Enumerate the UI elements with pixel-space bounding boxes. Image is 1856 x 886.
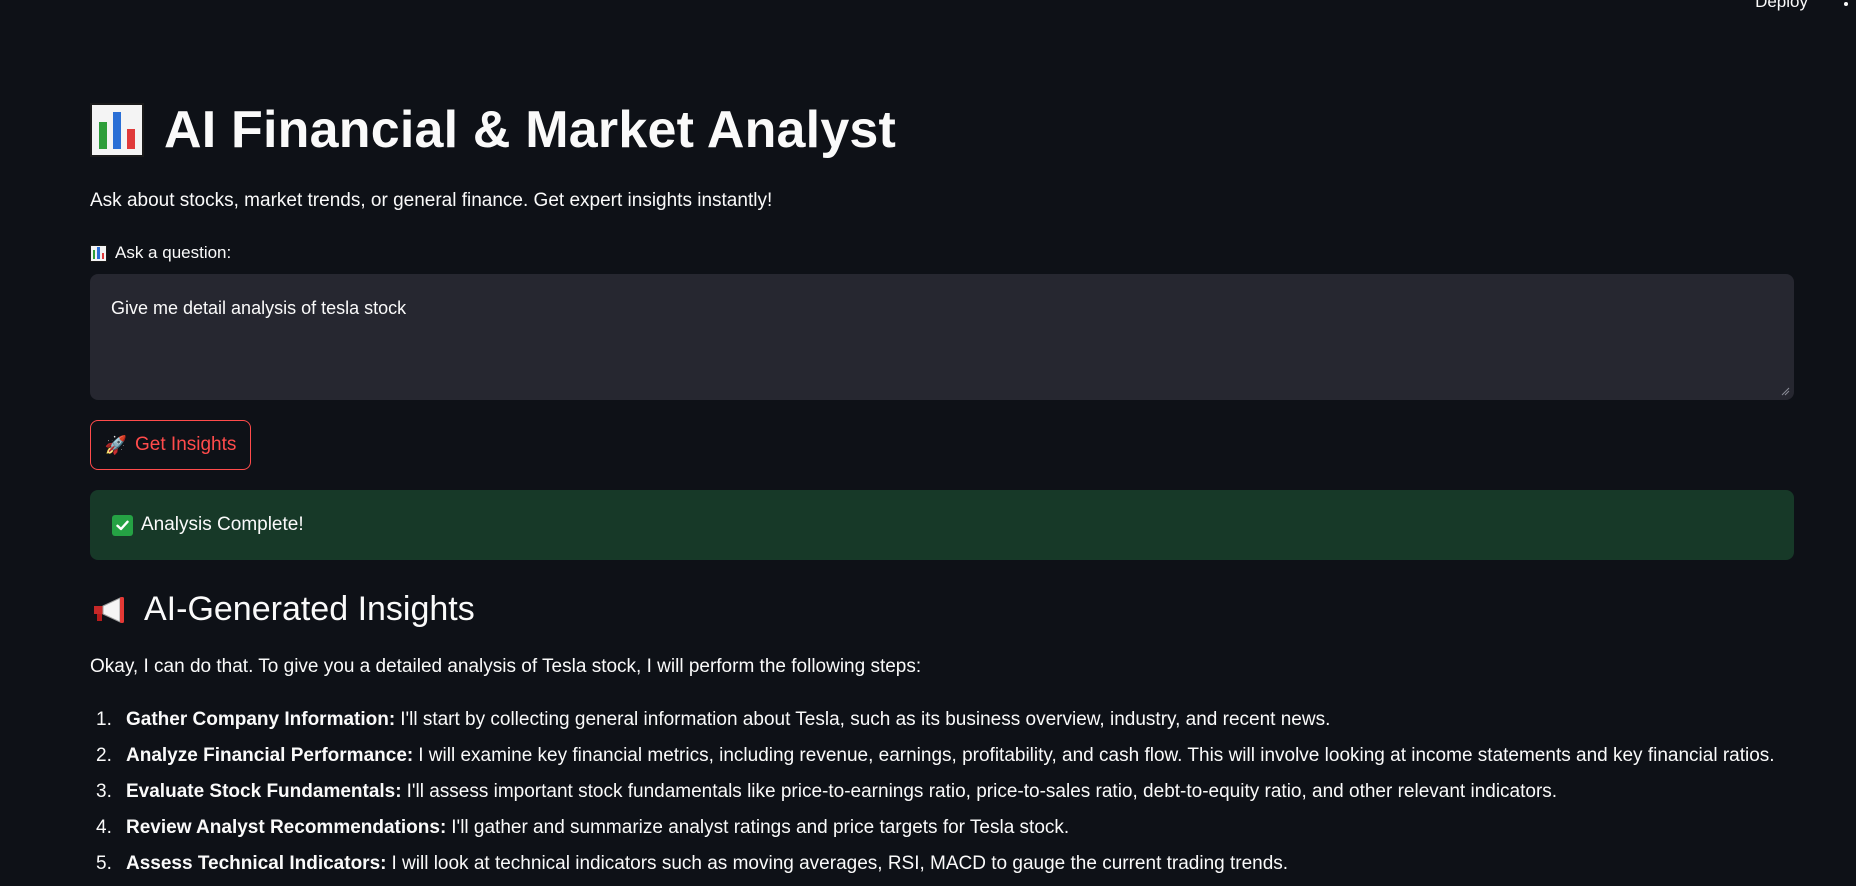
list-item: 1. Gather Company Information: I'll start… xyxy=(96,709,1331,730)
resize-handle-icon[interactable] xyxy=(1780,386,1790,396)
main-menu-icon[interactable] xyxy=(1844,0,1848,10)
get-insights-button[interactable]: 🚀 Get Insights xyxy=(90,420,251,470)
page-title: AI Financial & Market Analyst xyxy=(90,100,896,160)
rocket-icon: 🚀 xyxy=(104,434,128,455)
status-alert: Analysis Complete! xyxy=(90,490,1794,560)
status-message: Analysis Complete! xyxy=(141,514,304,535)
deploy-button[interactable]: Deploy xyxy=(1755,0,1808,12)
bar-chart-icon xyxy=(90,244,107,262)
list-item: 4. Review Analyst Recommendations: I'll g… xyxy=(96,817,1070,838)
list-item: 3. Evaluate Stock Fundamentals: I'll asse… xyxy=(96,781,1558,802)
question-input[interactable]: Give me detail analysis of tesla stock xyxy=(90,274,1794,400)
insights-intro: Okay, I can do that. To give you a detai… xyxy=(90,656,922,677)
checkmark-icon xyxy=(112,514,133,536)
question-label: Ask a question: xyxy=(90,243,231,263)
insights-heading-text: AI-Generated Insights xyxy=(144,590,475,628)
get-insights-label: Get Insights xyxy=(135,434,237,455)
question-label-text: Ask a question: xyxy=(115,243,232,262)
question-input-value: Give me detail analysis of tesla stock xyxy=(111,298,407,318)
page-subtitle: Ask about stocks, market trends, or gene… xyxy=(90,190,773,211)
megaphone-icon xyxy=(94,596,124,623)
insights-heading: AI-Generated Insights xyxy=(90,590,475,629)
list-item: 2. Analyze Financial Performance: I will … xyxy=(96,745,1775,766)
list-item: 5. Assess Technical Indicators: I will lo… xyxy=(96,853,1289,874)
top-toolbar: Deploy xyxy=(0,0,1856,20)
insights-steps-list: 1. Gather Company Information: I'll start… xyxy=(90,706,1775,886)
bar-chart-icon xyxy=(90,103,144,157)
page-title-text: AI Financial & Market Analyst xyxy=(164,101,897,159)
